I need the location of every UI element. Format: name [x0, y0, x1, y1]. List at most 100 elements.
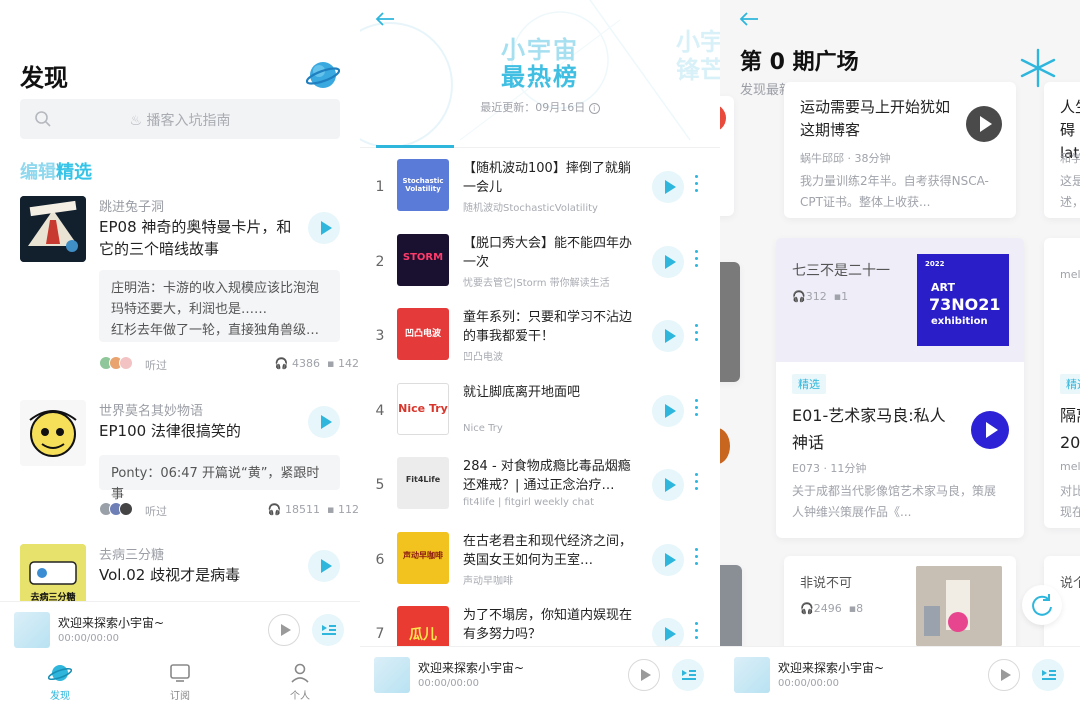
episode-title[interactable]: 在古老君主和现代经济之间，英国女王如何为王室…: [463, 532, 641, 570]
planet-icon[interactable]: [306, 58, 340, 92]
more-options-icon[interactable]: [693, 622, 699, 642]
refresh-button[interactable]: [1022, 585, 1062, 625]
episode-title[interactable]: 20: [1060, 429, 1080, 456]
mini-player-title[interactable]: 欢迎来探索小宇宙~: [778, 659, 884, 676]
podcast-name[interactable]: 说个: [1060, 572, 1080, 591]
back-arrow-icon[interactable]: [738, 11, 760, 27]
episode-title[interactable]: 【随机波动100】摔倒了就躺一会儿: [463, 159, 641, 197]
podcast-name[interactable]: 跳进兔子洞: [99, 196, 164, 215]
podcast-cover[interactable]: [20, 196, 86, 262]
episode-title[interactable]: 隔离: [1060, 402, 1080, 429]
playlist-button[interactable]: [1032, 659, 1064, 691]
podcast-cover[interactable]: 声动早咖啡: [397, 531, 449, 584]
podcast-name[interactable]: 去病三分糖: [99, 544, 164, 563]
mini-play-button[interactable]: [268, 614, 300, 646]
search-input[interactable]: ♨ 播客入坑指南: [20, 99, 340, 139]
podcast-name[interactable]: 忧要去管它|Storm 带你解读生活: [463, 274, 643, 289]
comment-quote[interactable]: 庄明浩：卡游的收入规模应该比泡泡玛特还要大，利润也是…… 红杉去年做了一轮，直接…: [99, 270, 340, 342]
play-button[interactable]: [308, 212, 340, 244]
ranking-row[interactable]: 4 Nice Try 就让脚底离开地面吧 Nice Try: [360, 377, 720, 451]
mini-player[interactable]: 欢迎来探索小宇宙~ 00:00/00:00: [720, 646, 1080, 706]
more-options-icon[interactable]: [693, 249, 699, 270]
podcast-cover[interactable]: Fit4Life: [397, 457, 449, 509]
mini-player-cover[interactable]: [374, 657, 410, 693]
mini-player-title[interactable]: 欢迎来探索小宇宙~: [58, 614, 164, 631]
episode-card[interactable]: 运动需要马上开始犹如这期博客 蜗牛邱邱 · 38分钟 我力量训练2年半。自考获得…: [784, 82, 1016, 218]
podcast-cover[interactable]: STORM: [397, 233, 449, 286]
list-item[interactable]: 跳进兔子洞 EP08 神奇的奥特曼卡片，和它的三个暗线故事 庄明浩：卡游的收入规…: [20, 196, 359, 376]
ranking-row[interactable]: 5 Fit4Life 284 - 对食物成瘾比毒品烟瘾还难戒？| 通过正念治疗… fi…: [360, 451, 720, 525]
info-icon[interactable]: i: [588, 102, 600, 114]
more-options-icon[interactable]: [693, 473, 699, 493]
podcast-cover[interactable]: Stochastic Volatility: [397, 159, 449, 211]
play-button[interactable]: [966, 106, 1002, 142]
playlist-button[interactable]: [312, 614, 344, 646]
card-peek-left[interactable]: [720, 428, 740, 468]
mini-player-cover[interactable]: [14, 612, 50, 648]
more-options-icon[interactable]: [693, 398, 699, 419]
episode-title[interactable]: 运动需要马上开始犹如这期博客: [800, 96, 950, 142]
podcast-name[interactable]: 世界莫名其妙物语: [99, 400, 203, 419]
ranking-row[interactable]: 3 凹凸电波 童年系列：只要和学习不沾边的事我都爱干！ 凹凸电波: [360, 302, 720, 376]
card-peek-left[interactable]: [720, 96, 734, 216]
play-button[interactable]: [652, 320, 684, 352]
podcast-name[interactable]: 七三不是二十一: [792, 260, 890, 280]
episode-title[interactable]: EP100 法律很搞笑的: [99, 420, 299, 442]
play-button[interactable]: [308, 406, 340, 438]
back-arrow-icon[interactable]: [374, 11, 396, 27]
podcast-name[interactable]: 非说不可: [800, 572, 852, 591]
tab-subscriptions[interactable]: 订阅: [150, 661, 210, 702]
play-button[interactable]: [652, 469, 684, 501]
episode-title[interactable]: 童年系列：只要和学习不沾边的事我都爱干！: [463, 308, 641, 346]
playlist-button[interactable]: [672, 659, 704, 691]
play-button[interactable]: [652, 245, 684, 278]
card-peek-left[interactable]: [720, 262, 740, 382]
play-button[interactable]: [652, 543, 684, 576]
episode-card[interactable]: 非说不可 🎧2496 ▪8: [784, 556, 1016, 656]
tab-discover[interactable]: 发现: [30, 661, 90, 702]
episode-title[interactable]: EP08 神奇的奥特曼卡片，和它的三个暗线故事: [99, 216, 299, 260]
more-options-icon[interactable]: [693, 175, 699, 195]
episode-title[interactable]: 284 - 对食物成瘾比毒品烟瘾还难戒？| 通过正念治疗…: [463, 457, 641, 495]
podcast-cover[interactable]: 凹凸电波: [397, 308, 449, 360]
podcast-cover[interactable]: 2022 ART 73NO21 exhibition: [917, 254, 1009, 346]
podcast-cover[interactable]: [20, 400, 86, 466]
ranking-row[interactable]: 2 STORM 【脱口秀大会】能不能四年办一次 忧要去管它|Storm 带你解读生活: [360, 228, 720, 302]
podcast-cover[interactable]: [916, 566, 1002, 646]
more-options-icon[interactable]: [693, 324, 699, 344]
play-button[interactable]: [971, 411, 1009, 449]
podcast-name[interactable]: 随机波动StochasticVolatility: [463, 199, 643, 214]
mini-play-button[interactable]: [988, 659, 1020, 691]
podcast-name[interactable]: 声动早咖啡: [463, 572, 643, 587]
episode-title[interactable]: Vol.02 歧视才是病毒: [99, 564, 299, 586]
podcast-name[interactable]: fit4life | fitgirl weekly chat: [463, 497, 643, 508]
play-button[interactable]: [308, 550, 340, 582]
play-button[interactable]: [652, 394, 684, 427]
ranking-row[interactable]: 6 声动早咖啡 在古老君主和现代经济之间，英国女王如何为王室… 声动早咖啡: [360, 526, 720, 600]
mini-play-button[interactable]: [628, 659, 660, 691]
more-options-icon[interactable]: [693, 547, 699, 568]
tab-profile[interactable]: 个人: [270, 661, 330, 702]
mini-player-title[interactable]: 欢迎来探索小宇宙~: [418, 659, 524, 676]
next-ranking-peek[interactable]: 小宇 锋芒: [676, 28, 720, 84]
episode-title[interactable]: 人生: [1060, 96, 1080, 119]
episode-title[interactable]: E01-艺术家马良:私人神话: [792, 402, 952, 456]
featured-episode-card[interactable]: 七三不是二十一 🎧312 ▪1 2022 ART 73NO21 exhibiti…: [776, 238, 1024, 538]
mini-player-cover[interactable]: [734, 657, 770, 693]
ranking-row[interactable]: 1 Stochastic Volatility 【随机波动100】摔倒了就躺一会儿随…: [360, 153, 720, 227]
comment-quote[interactable]: Ponty：06:47 开篇说“黄”，紧跟时事: [99, 455, 340, 502]
podcast-cover[interactable]: Nice Try: [397, 382, 449, 435]
episode-title[interactable]: 就让脚底离开地面吧: [463, 383, 641, 402]
mini-player[interactable]: 欢迎来探索小宇宙~ 00:00/00:00: [360, 646, 720, 706]
list-item[interactable]: 世界莫名其妙物语 EP100 法律很搞笑的 Ponty：06:47 开篇说“黄”…: [20, 400, 359, 520]
mini-player[interactable]: 欢迎来探索小宇宙~ 00:00/00:00: [0, 601, 360, 657]
episode-card[interactable]: mel 精选 隔离 20 mel 对比 现在: [1044, 238, 1080, 528]
episode-title[interactable]: 为了不塌房，你知道内娱现在有多努力吗？: [463, 606, 641, 644]
episode-title[interactable]: 【脱口秀大会】能不能四年办一次: [463, 234, 641, 272]
card-peek-left[interactable]: [720, 565, 742, 655]
podcast-name[interactable]: 凹凸电波: [463, 348, 643, 363]
episode-card[interactable]: 人生 碍later 和学 这是 述，: [1044, 82, 1080, 218]
list-item[interactable]: 去病三分糖 去病三分糖 Vol.02 歧视才是病毒: [20, 544, 340, 610]
play-button[interactable]: [652, 171, 684, 203]
podcast-name[interactable]: Nice Try: [463, 423, 643, 434]
